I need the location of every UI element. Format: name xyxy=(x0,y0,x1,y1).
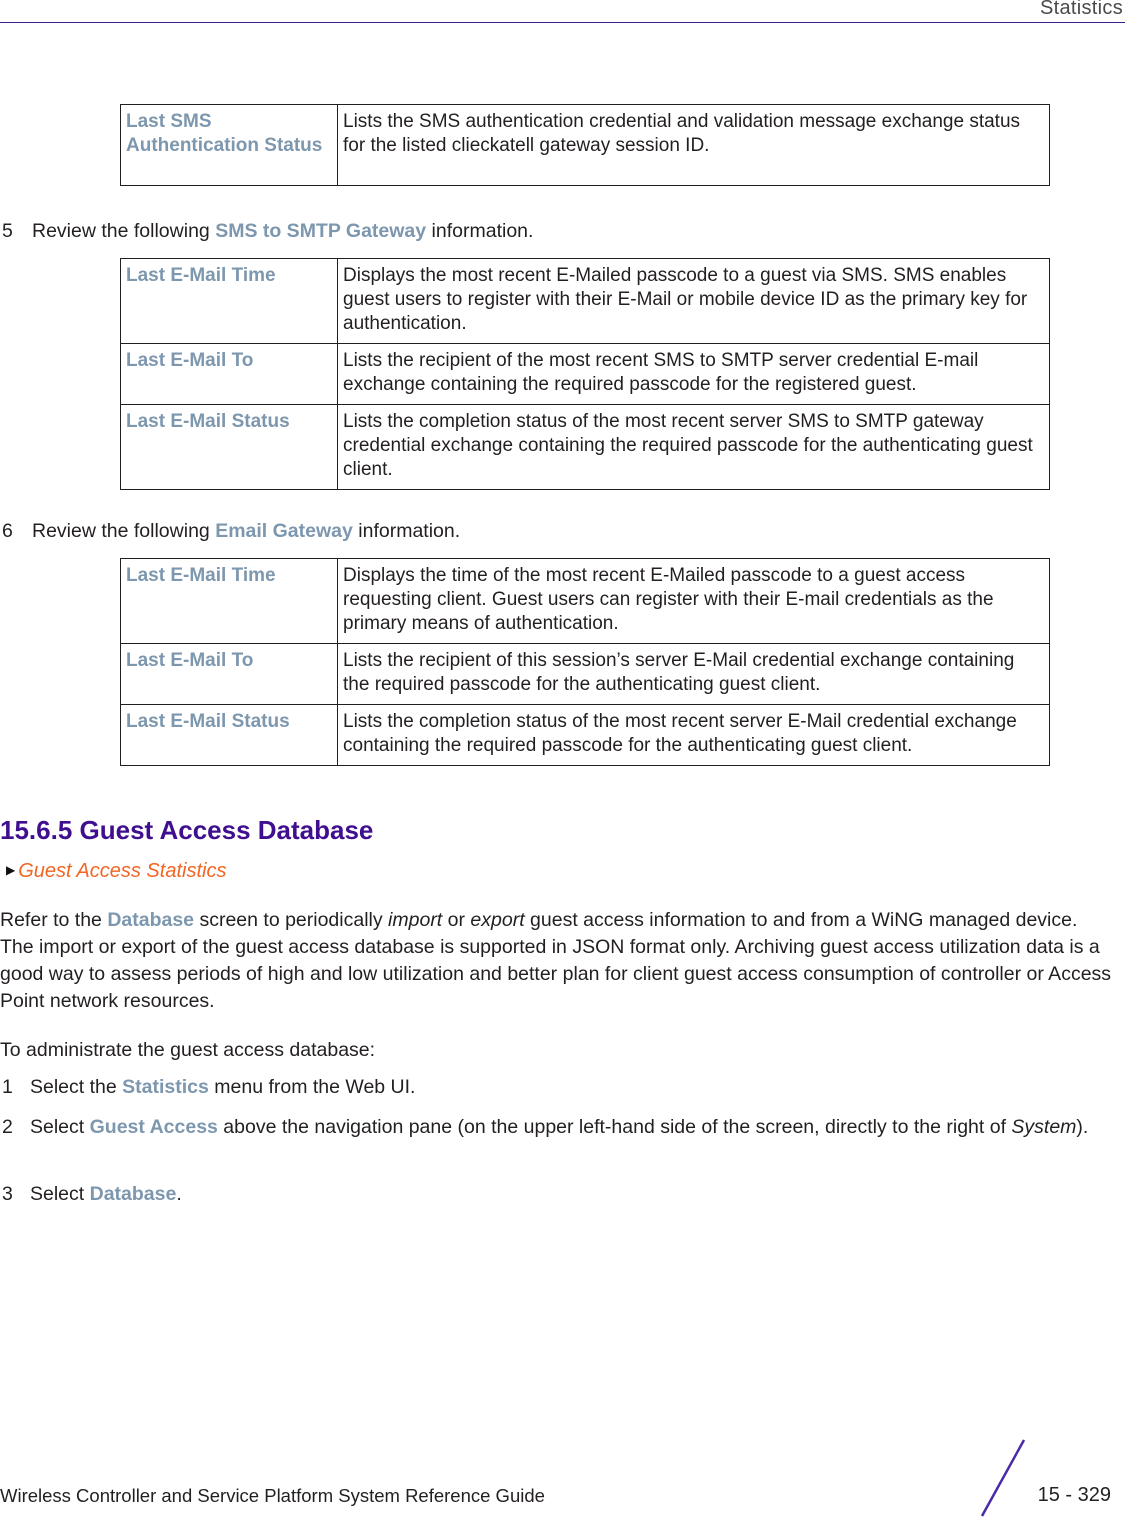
step-keyword: Statistics xyxy=(122,1076,209,1098)
table-row: Last E-Mail Time Displays the time of th… xyxy=(120,558,1050,644)
step-text: . xyxy=(176,1183,182,1205)
step-text: Review the following xyxy=(32,520,216,542)
step-number: 3 xyxy=(2,1183,13,1205)
step-keyword: SMS to SMTP Gateway xyxy=(215,220,427,242)
description-cell: Lists the SMS authentication credential … xyxy=(337,104,1050,186)
footer-guide-title: Wireless Controller and Service Platform… xyxy=(0,1485,545,1506)
page-number: 15 - 329 xyxy=(1037,1484,1111,1506)
keyword: Database xyxy=(107,909,195,931)
text: Refer to the xyxy=(0,909,108,931)
step-text: menu from the Web UI. xyxy=(208,1076,416,1098)
table-row: Last E-Mail Status Lists the completion … xyxy=(120,704,1050,766)
cross-reference-text[interactable]: Guest Access Statistics xyxy=(18,860,226,882)
term-cell: Last SMS Authentication Status xyxy=(120,104,338,186)
list-step-2: 2 Select Guest Access above the navigati… xyxy=(0,1114,1112,1141)
step-text: Select the xyxy=(30,1076,123,1098)
description-cell: Displays the most recent E-Mailed passco… xyxy=(337,258,1050,344)
term-cell: Last E-Mail Time xyxy=(120,258,338,344)
table-row: Last E-Mail Status Lists the completion … xyxy=(120,404,1050,490)
emphasis: import xyxy=(388,909,443,931)
step-keyword: Database xyxy=(89,1183,177,1205)
step-text: Review the following xyxy=(32,220,216,242)
term-cell: Last E-Mail Time xyxy=(120,558,338,644)
step-6: 6 Review the following Email Gateway info… xyxy=(0,518,460,544)
sms-smtp-gateway-table: Last E-Mail Time Displays the most recen… xyxy=(120,258,1050,490)
section-heading: 15.6.5 Guest Access Database xyxy=(0,815,374,845)
table-row: Last E-Mail To Lists the recipient of th… xyxy=(120,643,1050,705)
step-number: 5 xyxy=(2,220,13,242)
step-text: above the navigation pane (on the upper … xyxy=(217,1116,1012,1138)
step-text: information. xyxy=(426,220,534,242)
term-cell: Last E-Mail To xyxy=(120,643,338,705)
text: or xyxy=(442,909,471,931)
step-keyword: Guest Access xyxy=(89,1116,218,1138)
email-gateway-table: Last E-Mail Time Displays the time of th… xyxy=(120,558,1050,766)
list-step-1: 1 Select the Statistics menu from the We… xyxy=(0,1074,1112,1101)
list-step-3: 3 Select Database. xyxy=(0,1181,1112,1208)
emphasis: export xyxy=(470,909,525,931)
intro-paragraph: Refer to the Database screen to periodic… xyxy=(0,907,1112,1015)
emphasis: System xyxy=(1011,1116,1077,1138)
step-5: 5 Review the following SMS to SMTP Gatewa… xyxy=(0,218,533,244)
sms-auth-table: Last SMS Authentication Status Lists the… xyxy=(120,104,1050,186)
page-header-title: Statistics xyxy=(1039,0,1123,19)
description-cell: Lists the completion status of the most … xyxy=(337,704,1050,766)
table-row: Last SMS Authentication Status Lists the… xyxy=(120,104,1050,186)
cross-reference-link[interactable]: ▶ Guest Access Statistics xyxy=(6,860,226,883)
table-row: Last E-Mail To Lists the recipient of th… xyxy=(120,343,1050,405)
step-number: 1 xyxy=(2,1076,13,1098)
table-row: Last E-Mail Time Displays the most recen… xyxy=(120,258,1050,344)
footer-slash-decoration xyxy=(980,1439,1026,1517)
description-cell: Lists the recipient of this session’s se… xyxy=(337,643,1050,705)
step-text: information. xyxy=(352,520,461,542)
header-rule xyxy=(0,22,1125,23)
term-cell: Last E-Mail To xyxy=(120,343,338,405)
step-keyword: Email Gateway xyxy=(215,520,353,542)
term-cell: Last E-Mail Status xyxy=(120,404,338,490)
triangle-right-icon: ▶ xyxy=(6,863,16,877)
description-cell: Displays the time of the most recent E-M… xyxy=(337,558,1050,644)
term-cell: Last E-Mail Status xyxy=(120,704,338,766)
step-text: ). xyxy=(1076,1116,1089,1138)
step-text: Select xyxy=(30,1116,90,1138)
description-cell: Lists the recipient of the most recent S… xyxy=(337,343,1050,405)
step-number: 2 xyxy=(2,1116,13,1138)
description-cell: Lists the completion status of the most … xyxy=(337,404,1050,490)
text: screen to periodically xyxy=(194,909,389,931)
lead-sentence: To administrate the guest access databas… xyxy=(0,1039,376,1061)
step-number: 6 xyxy=(2,520,13,542)
step-text: Select xyxy=(30,1183,90,1205)
